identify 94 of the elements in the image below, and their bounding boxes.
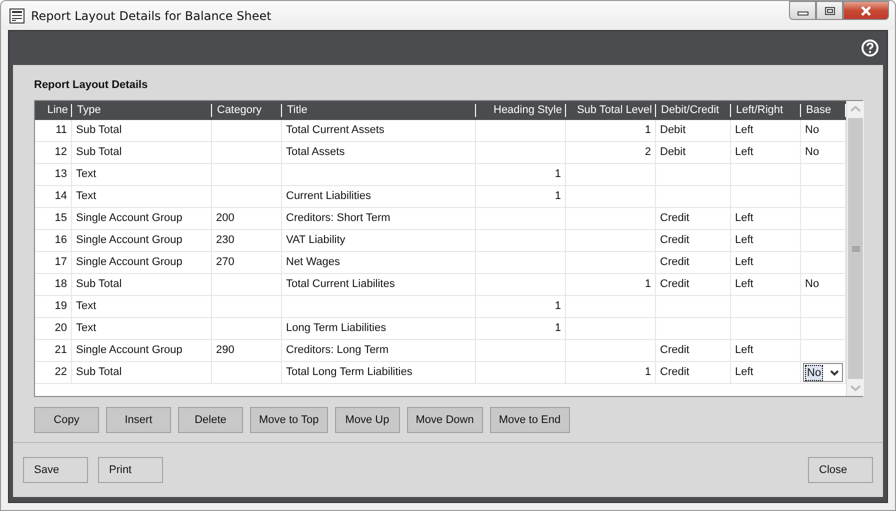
- action-button[interactable]: Insert: [106, 407, 171, 433]
- table-cell: 200: [212, 208, 282, 229]
- table-cell: 13: [35, 164, 72, 185]
- table-cell: Total Long Term Liabilities: [282, 362, 476, 383]
- table-cell: Credit: [656, 274, 731, 295]
- table-cell: Credit: [656, 208, 731, 229]
- table-cell: 17: [35, 252, 72, 273]
- table-cell: Total Assets: [282, 142, 476, 163]
- table-cell: Sub Total: [72, 142, 212, 163]
- table-cell: Left: [731, 208, 801, 229]
- table-cell: 1: [566, 274, 656, 295]
- action-button[interactable]: Copy: [34, 407, 99, 433]
- help-icon[interactable]: [861, 39, 879, 57]
- table-cell: 1: [476, 164, 566, 185]
- table-cell: Single Account Group: [72, 340, 212, 361]
- table-cell: Single Account Group: [72, 252, 212, 273]
- table-cell: 21: [35, 340, 72, 361]
- table-cell: Text: [72, 186, 212, 207]
- table-cell: 1: [476, 186, 566, 207]
- table-cell: 11: [35, 120, 72, 141]
- table-cell: Debit: [656, 120, 731, 141]
- close-icon: [859, 6, 873, 16]
- table-cell: Left: [731, 362, 801, 383]
- table-cell: Total Current Liabilites: [282, 274, 476, 295]
- table-cell: Debit: [656, 142, 731, 163]
- table-cell: Text: [72, 164, 212, 185]
- table-cell: Left: [731, 120, 801, 141]
- base-dropdown[interactable]: No: [803, 363, 843, 382]
- table-cell: 12: [35, 142, 72, 163]
- column-header[interactable]: Base: [801, 101, 846, 120]
- column-header[interactable]: Debit/Credit: [656, 101, 731, 120]
- table-cell: 1: [476, 318, 566, 339]
- column-header[interactable]: Heading Style: [476, 101, 566, 120]
- table-cell: Single Account Group: [72, 208, 212, 229]
- table-cell: Long Term Liabilities: [282, 318, 476, 339]
- column-header[interactable]: Line: [35, 101, 72, 120]
- footer-button[interactable]: Print: [98, 457, 163, 483]
- table-cell: 1: [566, 120, 656, 141]
- table-cell: Text: [72, 318, 212, 339]
- table-cell: Left: [731, 142, 801, 163]
- table-cell: Sub Total: [72, 120, 212, 141]
- table-cell: 230: [212, 230, 282, 251]
- table-cell: Sub Total: [72, 274, 212, 295]
- footer-button[interactable]: Save: [23, 457, 88, 483]
- table-cell: 290: [212, 340, 282, 361]
- minimize-button[interactable]: [789, 1, 816, 20]
- table-cell: Left: [731, 252, 801, 273]
- table-cell: VAT Liability: [282, 230, 476, 251]
- caret-icon: [830, 370, 839, 376]
- table-cell: Left: [731, 230, 801, 251]
- column-header[interactable]: Title: [282, 101, 476, 120]
- column-header[interactable]: Left/Right: [731, 101, 801, 120]
- section-title: Report Layout Details: [34, 79, 149, 91]
- vertical-scrollbar[interactable]: [846, 101, 864, 396]
- action-button[interactable]: Move to End: [490, 407, 570, 433]
- table-cell: 270: [212, 252, 282, 273]
- table-cell: Total Current Assets: [282, 120, 476, 141]
- table-cell: Left: [731, 340, 801, 361]
- action-button[interactable]: Move Down: [406, 407, 483, 433]
- footer-button[interactable]: Close: [808, 457, 873, 483]
- table-cell: Text: [72, 296, 212, 317]
- window-title: Report Layout Details for Balance Sheet: [31, 8, 272, 22]
- table-cell: 14: [35, 186, 72, 207]
- column-header[interactable]: Type: [72, 101, 212, 120]
- restore-icon: [824, 6, 836, 16]
- table-cell: 16: [35, 230, 72, 251]
- table-cell: 19: [35, 296, 72, 317]
- table-cell: 2: [566, 142, 656, 163]
- table-cell: 18: [35, 274, 72, 295]
- table-cell: 20: [35, 318, 72, 339]
- table-cell: Credit: [656, 230, 731, 251]
- table-cell: Credit: [656, 340, 731, 361]
- scrollbar-thumb[interactable]: [848, 118, 863, 379]
- table-cell: 1: [566, 362, 656, 383]
- table-cell: Credit: [656, 252, 731, 273]
- maximize-button[interactable]: [816, 1, 843, 20]
- column-header[interactable]: Sub Total Level: [566, 101, 656, 120]
- action-button[interactable]: Delete: [178, 407, 243, 433]
- table-cell: Sub Total: [72, 362, 212, 383]
- table-cell: Creditors: Long Term: [282, 340, 476, 361]
- table-cell: Left: [731, 274, 801, 295]
- table-cell: 22: [35, 362, 72, 383]
- table-cell: 15: [35, 208, 72, 229]
- column-header[interactable]: Category: [212, 101, 282, 120]
- table-cell: Single Account Group: [72, 230, 212, 251]
- app-icon: [9, 8, 25, 24]
- table-cell: Creditors: Short Term: [282, 208, 476, 229]
- close-button[interactable]: [843, 1, 889, 20]
- action-button[interactable]: Move Up: [334, 407, 400, 433]
- action-button[interactable]: Move to Top: [250, 407, 328, 433]
- table-cell: Net Wages: [282, 252, 476, 273]
- table-cell: Credit: [656, 362, 731, 383]
- table-cell: 1: [476, 296, 566, 317]
- table-cell: Current Liabilities: [282, 186, 476, 207]
